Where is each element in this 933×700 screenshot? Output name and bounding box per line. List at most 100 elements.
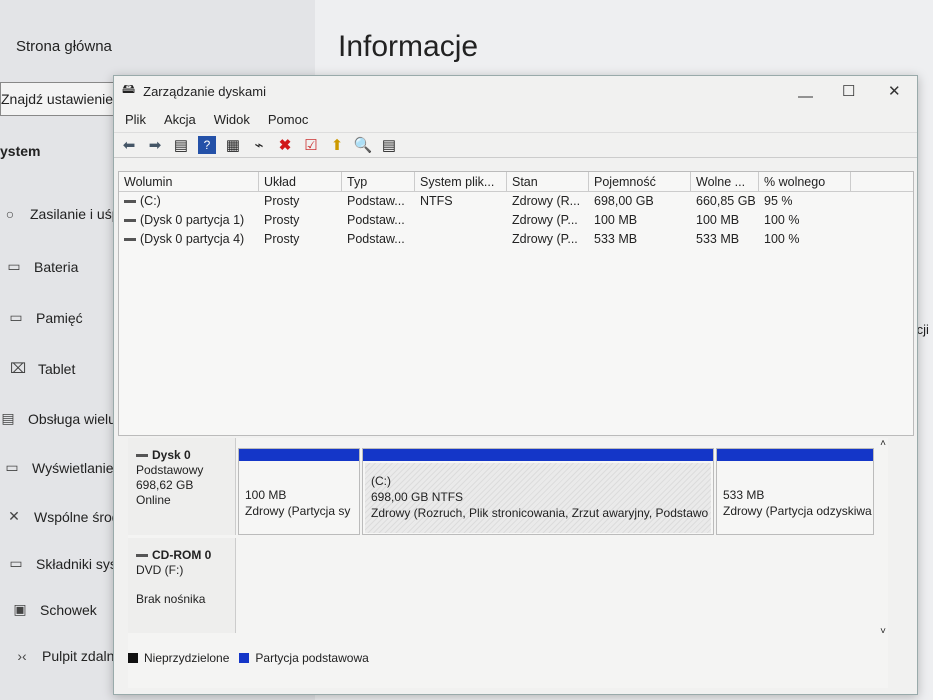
legend: Nieprzydzielone Partycja podstawowa xyxy=(128,651,369,665)
cdrom-0-label[interactable]: CD-ROM 0 DVD (F:) Brak nośnika xyxy=(128,538,236,633)
cell-text: 698,00 GB xyxy=(594,194,654,208)
nav-item[interactable]: ▭ Pamięć xyxy=(8,309,83,326)
nav-item[interactable]: ○ Zasilanie i uśp xyxy=(2,206,120,222)
settings-search-input[interactable]: Znajdź ustawienie xyxy=(0,82,120,116)
volume-icon xyxy=(124,238,136,242)
maximize-button[interactable]: ☐ xyxy=(842,82,855,100)
menu-plik[interactable]: Plik xyxy=(125,112,146,132)
table-row[interactable]: (Dysk 0 partycja 4) Prosty Podstaw... Zdrow… xyxy=(119,230,913,249)
column-header[interactable]: Wolumin xyxy=(119,172,259,191)
table-row[interactable]: (C:) Prosty Podstaw... NTFS Zdrowy (R... 698,… xyxy=(119,192,913,211)
partition-bar xyxy=(239,449,359,461)
nav-label: Pamięć xyxy=(36,309,83,326)
scroll-down-icon[interactable]: ˅ xyxy=(880,626,886,637)
column-header[interactable]: Pojemność xyxy=(589,172,691,191)
disk-name: Dysk 0 xyxy=(152,448,191,462)
table-row[interactable]: (Dysk 0 partycja 1) Prosty Podstaw... Zdrow… xyxy=(119,211,913,230)
title-bar[interactable]: 🖴 Zarządzanie dyskami xyxy=(114,76,917,106)
disk-name: CD-ROM 0 xyxy=(152,548,212,562)
nav-item[interactable]: ▭ Wyświetlanie r xyxy=(4,459,122,476)
properties-icon[interactable]: ▤ xyxy=(380,136,398,154)
cell-text: 100 MB xyxy=(696,213,740,227)
storage-icon: ▭ xyxy=(9,309,23,325)
minimize-button[interactable]: — xyxy=(798,88,813,105)
nav-label: Schowek xyxy=(40,601,97,618)
nav-label: Wyświetlanie r xyxy=(32,459,123,476)
check-icon[interactable]: ☑ xyxy=(302,136,320,154)
cell-text: 533 MB xyxy=(594,232,638,246)
view-icon[interactable]: ▦ xyxy=(224,136,242,154)
nav-item[interactable]: ▭ Bateria xyxy=(6,258,78,275)
cell-text: Prosty xyxy=(264,213,300,227)
volume-icon xyxy=(124,200,136,204)
partition-label xyxy=(723,471,867,487)
column-header[interactable]: Stan xyxy=(507,172,589,191)
partition-label xyxy=(245,471,353,487)
table-cell: 100 % xyxy=(759,211,851,230)
table-cell: Zdrowy (R... xyxy=(507,192,589,211)
page-title: Informacje xyxy=(338,30,479,63)
disk-management-window: 🖴 Zarządzanie dyskami — ☐ ✕ Plik Akcja W… xyxy=(113,75,918,695)
import-icon[interactable]: ⬆ xyxy=(328,136,346,154)
forward-icon[interactable]: ➡ xyxy=(146,136,164,154)
table-cell: NTFS xyxy=(415,192,507,211)
nav-label: Tablet xyxy=(38,360,76,377)
cell-text: 100 % xyxy=(764,232,800,246)
nav-home[interactable]: Strona główna xyxy=(16,38,112,55)
nav-item[interactable]: ›‹ Pulpit zdalny xyxy=(14,648,121,664)
partition-size: 533 MB xyxy=(723,488,765,502)
nav-label: Pulpit zdalny xyxy=(42,648,122,664)
column-header[interactable]: Typ xyxy=(342,172,415,191)
cell-text: 100 MB xyxy=(594,213,638,227)
help-icon[interactable]: ? xyxy=(198,136,216,154)
nav-item[interactable]: ▣ Schowek xyxy=(12,601,97,618)
column-header[interactable]: Wolne ... xyxy=(691,172,759,191)
column-header[interactable]: System plik... xyxy=(415,172,507,191)
scroll-up-icon[interactable]: ˄ xyxy=(880,438,886,449)
nav-item[interactable]: ✕ Wspólne środo xyxy=(6,508,127,525)
cdrom-icon xyxy=(136,554,148,558)
table-cell: 100 % xyxy=(759,230,851,249)
partition-bar xyxy=(717,449,873,461)
menu-widok[interactable]: Widok xyxy=(214,112,250,132)
cell-text: 660,85 GB xyxy=(696,194,756,208)
window-title: Zarządzanie dyskami xyxy=(143,83,266,99)
cell-text: 533 MB xyxy=(696,232,740,246)
system-components-icon: ▭ xyxy=(9,555,23,571)
delete-icon[interactable]: ✖ xyxy=(276,136,294,154)
table-cell: Podstaw... xyxy=(342,192,415,211)
remote-desktop-icon: ›‹ xyxy=(17,648,27,664)
disk-type: DVD (F:) xyxy=(136,563,184,577)
column-header[interactable]: Układ xyxy=(259,172,342,191)
cell-text: 95 % xyxy=(764,194,793,208)
partition-size: 698,00 GB NTFS xyxy=(371,490,464,504)
nav-item[interactable]: ⌧ Tablet xyxy=(10,360,75,377)
close-button[interactable]: ✕ xyxy=(888,82,901,100)
cell-text: Podstaw... xyxy=(347,213,405,227)
partition-status: Zdrowy (Rozruch, Plik stronicowania, Zrz… xyxy=(371,506,709,520)
menu-akcja[interactable]: Akcja xyxy=(164,112,196,132)
partition-c[interactable]: (C:) 698,00 GB NTFS Zdrowy (Rozruch, Plik … xyxy=(362,448,714,535)
table-cell: 533 MB xyxy=(691,230,759,249)
nav-item[interactable]: ▭ Składniki syste xyxy=(8,555,128,572)
nav-item[interactable]: ▤ Obsługa wielu xyxy=(0,410,116,427)
nav-label: Zasilanie i uśp xyxy=(30,206,120,222)
table-cell: 100 MB xyxy=(691,211,759,230)
menu-bar: Plik Akcja Widok Pomoc xyxy=(114,106,917,132)
back-icon[interactable]: ⬅ xyxy=(120,136,138,154)
shared-experiences-icon: ✕ xyxy=(8,508,20,524)
disk-0-label[interactable]: Dysk 0 Podstawowy 698,62 GB Online xyxy=(128,438,236,535)
table-cell: 660,85 GB xyxy=(691,192,759,211)
column-header[interactable]: % wolnego xyxy=(759,172,851,191)
partition-4[interactable]: 533 MB Zdrowy (Partycja odzyskiwa xyxy=(716,448,874,535)
console-tree-icon[interactable]: ▤ xyxy=(172,136,190,154)
unallocated-swatch xyxy=(128,653,138,663)
partition-1[interactable]: 100 MB Zdrowy (Partycja sy xyxy=(238,448,360,535)
table-cell: Prosty xyxy=(259,230,342,249)
search-icon[interactable]: 🔍 xyxy=(354,136,373,154)
cell-text: (Dysk 0 partycja 1) xyxy=(140,213,245,227)
connect-icon[interactable]: ⌁ xyxy=(250,136,268,154)
table-cell: Prosty xyxy=(259,192,342,211)
disk-status: Brak nośnika xyxy=(136,592,206,606)
menu-pomoc[interactable]: Pomoc xyxy=(268,112,308,132)
